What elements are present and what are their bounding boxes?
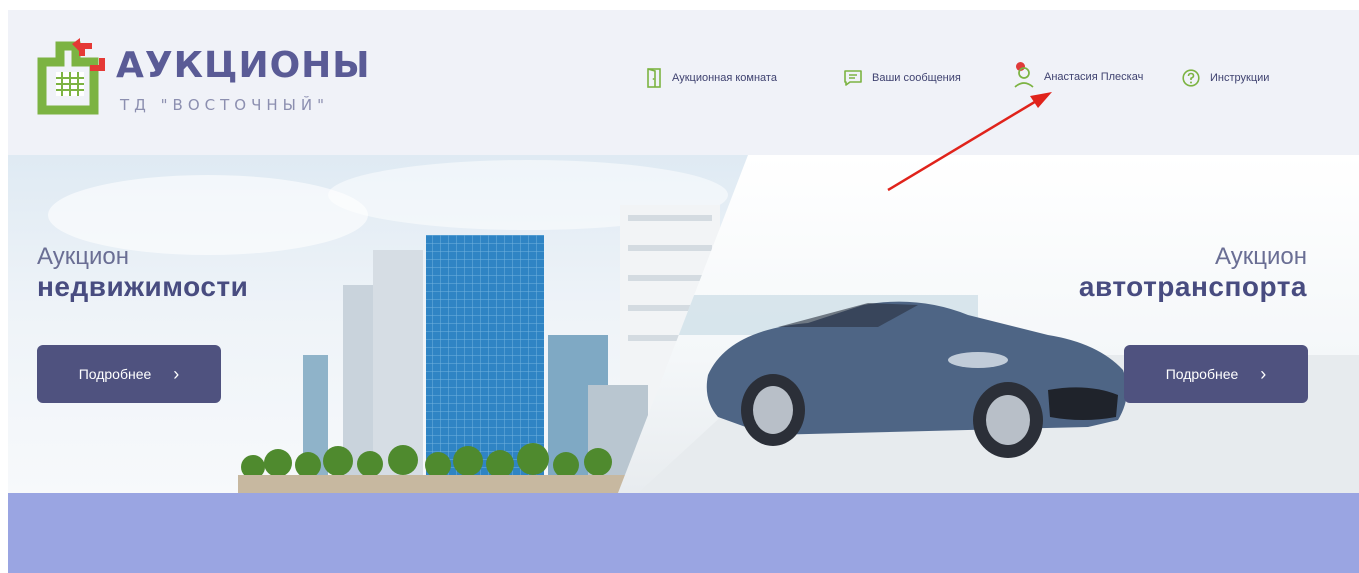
nav-instructions-label: Инструкции <box>1210 72 1270 84</box>
real-estate-more-label: Подробнее <box>78 366 152 382</box>
nav-messages[interactable]: Ваши сообщения <box>844 70 961 86</box>
vehicles-title-big: автотранспорта <box>1078 271 1307 302</box>
nav-instructions[interactable]: Инструкции <box>1182 69 1269 87</box>
vehicles-panel[interactable] <box>618 155 1359 493</box>
door-icon <box>647 68 661 88</box>
logo-title: АУКЦИОНЫ <box>116 45 371 86</box>
nav-messages-label: Ваши сообщения <box>872 72 961 84</box>
message-icon <box>844 70 862 86</box>
nav-auction-room-label: Аукционная комната <box>672 72 777 84</box>
logo[interactable]: АУКЦИОНЫ ТД "ВОСТОЧНЫЙ" <box>36 38 370 118</box>
user-icon <box>1014 67 1034 88</box>
real-estate-title-small: Аукцион <box>37 243 129 270</box>
vehicles-title: Аукцион автотранспорта <box>1079 245 1307 301</box>
vehicles-more-button[interactable]: Подробнее › <box>1124 345 1308 403</box>
chevron-right-icon: › <box>173 363 180 384</box>
page: АУКЦИОНЫ ТД "ВОСТОЧНЫЙ" Аукционная комна… <box>8 10 1359 573</box>
logo-mark-icon <box>37 38 105 115</box>
real-estate-title: Аукцион недвижимости <box>37 245 248 301</box>
chevron-right-icon: › <box>1260 363 1267 384</box>
hero-banner: Аукцион недвижимости Подробнее › Аукцион… <box>8 155 1359 493</box>
vehicles-more-label: Подробнее <box>1165 366 1239 382</box>
convertible-car-illustration <box>638 295 1359 493</box>
content-band <box>8 493 1359 573</box>
real-estate-more-button[interactable]: Подробнее › <box>37 345 221 403</box>
nav-user-profile[interactable]: Анастасия Плескач <box>1014 66 1143 88</box>
header: АУКЦИОНЫ ТД "ВОСТОЧНЫЙ" Аукционная комна… <box>8 10 1359 155</box>
nav-user-name: Анастасия Плескач <box>1044 71 1144 83</box>
nav-auction-room[interactable]: Аукционная комната <box>646 68 777 88</box>
help-icon <box>1182 69 1200 87</box>
logo-subtitle: ТД "ВОСТОЧНЫЙ" <box>120 96 330 114</box>
real-estate-title-big: недвижимости <box>37 271 249 302</box>
vehicles-title-small: Аукцион <box>1215 243 1307 270</box>
